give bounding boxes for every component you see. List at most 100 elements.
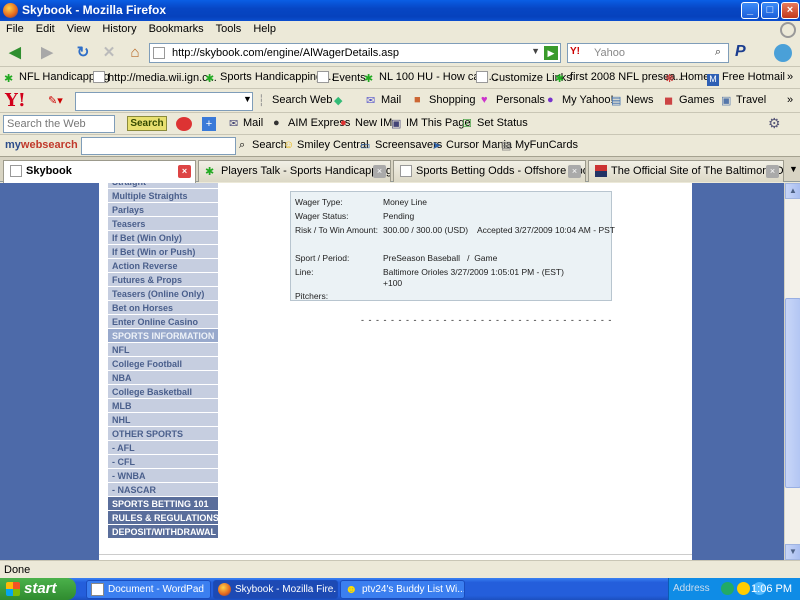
url-dropdown-icon[interactable]: ▼: [531, 46, 540, 56]
mywebsearch-input[interactable]: [81, 137, 236, 155]
magnifier-icon[interactable]: ⌕: [710, 46, 726, 60]
side-menu-item[interactable]: NFL: [108, 343, 218, 357]
menu-history[interactable]: History: [96, 21, 142, 35]
window-titlebar[interactable]: Skybook - Mozilla Firefox _ □ ×: [0, 0, 800, 21]
bookmark-item[interactable]: http://media.wii.ign.c...: [93, 71, 217, 84]
maximize-button[interactable]: □: [761, 2, 779, 19]
bookmark-item[interactable]: Events: [317, 71, 366, 84]
side-menu-item[interactable]: Enter Online Casino: [108, 315, 218, 329]
menu-edit[interactable]: Edit: [30, 21, 61, 35]
vertical-scrollbar[interactable]: ▲ ▼: [784, 183, 800, 560]
taskbar-firefox[interactable]: Skybook - Mozilla Fire...: [213, 580, 338, 599]
yahoo-overflow-icon[interactable]: »: [787, 94, 793, 106]
yahoo-search-input[interactable]: [75, 92, 253, 111]
side-menu-item[interactable]: Teasers: [108, 217, 218, 231]
gear-icon[interactable]: ⚙: [768, 115, 781, 132]
yahoo-games-link[interactable]: Games: [679, 94, 714, 106]
side-menu-item[interactable]: - NASCAR: [108, 483, 218, 497]
close-button[interactable]: ×: [781, 2, 799, 19]
stop-icon[interactable]: ✕: [98, 42, 120, 64]
scrollbar-thumb[interactable]: [785, 298, 800, 488]
scroll-down-arrow-icon[interactable]: ▼: [785, 544, 800, 560]
mywebsearch-search-button[interactable]: Search: [252, 139, 287, 151]
aim-search-button[interactable]: Search: [127, 116, 167, 131]
side-menu-item[interactable]: - WNBA: [108, 469, 218, 483]
tab-list-icon[interactable]: ▼: [789, 164, 798, 174]
my-yahoo-link[interactable]: My Yahoo!: [562, 94, 614, 106]
tab-close-icon[interactable]: ×: [178, 165, 191, 178]
bookmark-item[interactable]: ❋ Home: [665, 71, 709, 85]
shield-icon[interactable]: ◆: [334, 94, 342, 107]
side-menu-item[interactable]: Parlays: [108, 203, 218, 217]
bookmark-item[interactable]: M Free Hotmail: [707, 71, 785, 86]
side-menu-item[interactable]: Bet on Horses: [108, 301, 218, 315]
side-menu-item[interactable]: Futures & Props: [108, 273, 218, 287]
minimize-button[interactable]: _: [741, 2, 759, 19]
forward-arrow-icon[interactable]: ▶: [36, 42, 58, 64]
yahoo-shopping-link[interactable]: Shopping: [429, 94, 476, 106]
side-menu-item[interactable]: College Basketball: [108, 385, 218, 399]
yahoo-travel-link[interactable]: Travel: [736, 94, 766, 106]
tab-close-icon[interactable]: ×: [766, 165, 779, 178]
aim-new-im-link[interactable]: New IM: [355, 117, 392, 129]
smiley-central-link[interactable]: Smiley Central: [297, 139, 369, 151]
yahoo-search-dropdown-icon[interactable]: ▼: [243, 94, 252, 104]
back-arrow-icon[interactable]: ◀: [4, 42, 26, 64]
home-icon[interactable]: ⌂: [124, 42, 146, 64]
search-engine-icon[interactable]: Y!: [570, 46, 580, 57]
yahoo-search-web-button[interactable]: Search Web: [272, 94, 332, 106]
side-menu-item[interactable]: Teasers (Online Only): [108, 287, 218, 301]
taskbar-buddy-list[interactable]: ☻ ptv24's Buddy List Wi...: [340, 580, 465, 599]
menu-help[interactable]: Help: [247, 21, 282, 35]
aim-set-status-link[interactable]: Set Status: [477, 117, 528, 129]
tab-close-icon[interactable]: ×: [568, 165, 581, 178]
tray-icon[interactable]: [721, 582, 734, 595]
scroll-up-arrow-icon[interactable]: ▲: [785, 183, 800, 199]
pencil-icon[interactable]: ✎▾: [48, 94, 63, 107]
menu-bookmarks[interactable]: Bookmarks: [143, 21, 210, 35]
aim-tray-icon[interactable]: [737, 582, 750, 595]
side-menu-item[interactable]: DEPOSIT/WITHDRAWAL: [108, 525, 218, 539]
side-menu-item[interactable]: SPORTS BETTING 101: [108, 497, 218, 511]
side-menu-item[interactable]: NHL: [108, 413, 218, 427]
aim-logo-icon[interactable]: [176, 117, 192, 131]
side-menu-item[interactable]: OTHER SPORTS: [108, 427, 218, 441]
tab-players-talk[interactable]: ✱ Players Talk - Sports Handicapping, Be…: [198, 160, 391, 182]
menu-view[interactable]: View: [61, 21, 97, 35]
web-search-box[interactable]: Y! Yahoo ⌕: [567, 43, 729, 63]
url-bar[interactable]: http://skybook.com/engine/AlWagerDetails…: [149, 43, 561, 63]
menu-tools[interactable]: Tools: [210, 21, 248, 35]
yahoo-personals-link[interactable]: Personals: [496, 94, 545, 106]
start-button[interactable]: start: [0, 578, 76, 600]
taskbar-wordpad[interactable]: Document - WordPad: [86, 580, 211, 599]
plus-icon[interactable]: +: [202, 117, 216, 131]
address-label[interactable]: Address: [673, 583, 710, 594]
aim-search-input[interactable]: Search the Web: [3, 115, 115, 133]
yahoo-logo[interactable]: Y!: [5, 90, 26, 111]
bookmark-item[interactable]: ✱ Sports Handicapping,...: [205, 71, 334, 85]
tab-close-icon[interactable]: ×: [373, 165, 386, 178]
side-menu-item[interactable]: NBA: [108, 371, 218, 385]
tab-sports-betting-odds[interactable]: Sports Betting Odds - Offshore Sports...…: [393, 160, 586, 182]
side-menu-item[interactable]: MLB: [108, 399, 218, 413]
yahoo-news-link[interactable]: News: [626, 94, 654, 106]
tab-skybook[interactable]: Skybook ×: [3, 160, 196, 183]
go-arrow-icon[interactable]: ▶: [544, 46, 558, 60]
side-menu-item[interactable]: - AFL: [108, 441, 218, 455]
paypal-icon[interactable]: P: [735, 43, 746, 61]
side-menu-item[interactable]: - CFL: [108, 455, 218, 469]
side-menu-item[interactable]: College Football: [108, 357, 218, 371]
skype-icon[interactable]: [774, 44, 792, 62]
aim-mail-link[interactable]: Mail: [243, 117, 263, 129]
side-menu-item[interactable]: Multiple Straights: [108, 189, 218, 203]
menu-file[interactable]: File: [0, 21, 30, 35]
side-menu-item[interactable]: RULES & REGULATIONS: [108, 511, 218, 525]
tab-baltimore-orioles[interactable]: The Official Site of The Baltimore Oriol…: [588, 160, 784, 182]
yahoo-mail-link[interactable]: Mail: [381, 94, 401, 106]
reload-icon[interactable]: ↻: [72, 42, 94, 64]
myfuncards-link[interactable]: MyFunCards: [515, 139, 578, 151]
aim-im-this-page-link[interactable]: IM This Page: [406, 117, 471, 129]
side-menu-item[interactable]: Action Reverse: [108, 259, 218, 273]
side-menu-item[interactable]: If Bet (Win or Push): [108, 245, 218, 259]
bookmarks-overflow-icon[interactable]: »: [787, 71, 793, 83]
